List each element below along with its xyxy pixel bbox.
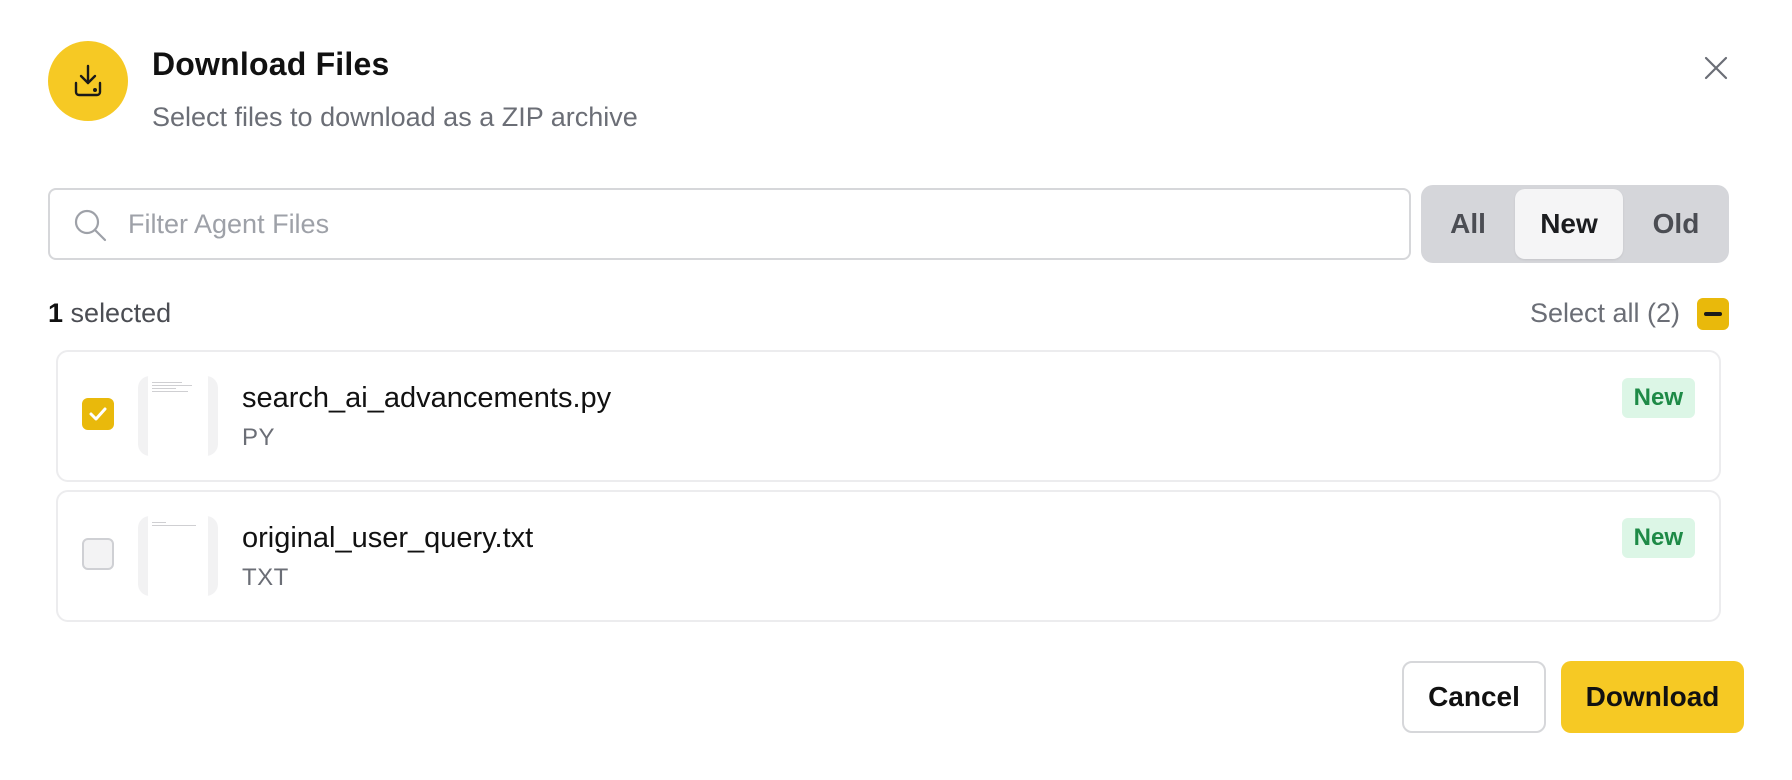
file-type: TXT bbox=[242, 564, 289, 591]
dialog-title: Download Files bbox=[152, 46, 390, 82]
search-input[interactable] bbox=[128, 202, 1388, 246]
cancel-button[interactable]: Cancel bbox=[1402, 661, 1546, 733]
close-button[interactable] bbox=[1698, 50, 1734, 86]
selected-count-number: 1 bbox=[48, 298, 64, 328]
file-checkbox[interactable] bbox=[82, 538, 114, 570]
download-icon bbox=[48, 41, 128, 121]
filter-tabs: All New Old bbox=[1421, 185, 1729, 263]
status-badge: New bbox=[1621, 378, 1695, 418]
checkmark-icon bbox=[89, 407, 107, 421]
file-type: PY bbox=[242, 424, 276, 451]
file-row[interactable]: original_user_query.txt TXT New bbox=[56, 490, 1721, 622]
file-row[interactable]: search_ai_advancements.py PY New bbox=[56, 350, 1721, 482]
search-icon bbox=[74, 209, 107, 242]
file-thumbnail bbox=[138, 516, 218, 596]
tab-all[interactable]: All bbox=[1425, 189, 1511, 259]
search-field[interactable] bbox=[48, 188, 1411, 260]
file-name: original_user_query.txt bbox=[242, 522, 534, 554]
selected-count: 1 selected bbox=[48, 298, 171, 329]
minus-icon bbox=[1704, 312, 1722, 316]
status-badge: New bbox=[1621, 518, 1695, 558]
download-dialog: Download Files Select files to download … bbox=[0, 0, 1792, 780]
tab-old[interactable]: Old bbox=[1627, 189, 1725, 259]
dialog-subtitle: Select files to download as a ZIP archiv… bbox=[152, 102, 638, 132]
file-thumbnail bbox=[138, 376, 218, 456]
selected-count-label: selected bbox=[70, 298, 172, 328]
download-button[interactable]: Download bbox=[1561, 661, 1744, 733]
select-all-checkbox[interactable] bbox=[1697, 298, 1729, 330]
tab-new[interactable]: New bbox=[1515, 189, 1623, 259]
file-name: search_ai_advancements.py bbox=[242, 382, 612, 414]
file-checkbox[interactable] bbox=[82, 398, 114, 430]
close-icon bbox=[1704, 56, 1728, 80]
select-all-label[interactable]: Select all (2) bbox=[1530, 298, 1680, 329]
